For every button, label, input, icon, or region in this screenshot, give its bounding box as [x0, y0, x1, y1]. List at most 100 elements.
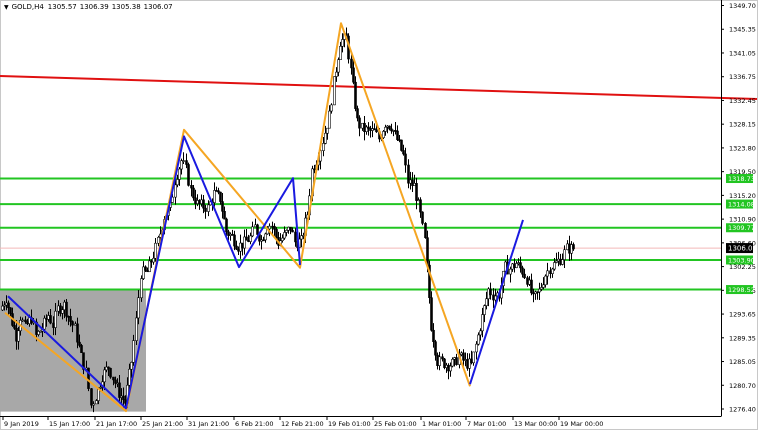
candle-body: [223, 211, 226, 220]
candle-body: [105, 366, 108, 371]
candle-body: [65, 301, 68, 317]
level-label-0: 1318.73: [728, 175, 755, 183]
candle-body: [294, 231, 297, 243]
level-label-3: 1303.90: [728, 256, 755, 264]
candle-body: [196, 200, 199, 204]
candle-body: [61, 309, 64, 314]
candle-body: [54, 310, 57, 328]
candle-body: [9, 307, 12, 314]
level-label-1: 1314.08: [728, 201, 755, 209]
candle-body: [135, 317, 138, 341]
candle-body: [130, 362, 133, 370]
candle-body: [451, 358, 454, 367]
x-tick-label: 19 Feb 01:00: [328, 420, 371, 428]
candle-body: [521, 267, 524, 275]
candle-body: [21, 319, 24, 322]
x-tick-label: 21 Jan 17:00: [96, 420, 137, 428]
candle-body: [426, 237, 429, 266]
candle-body: [434, 341, 437, 356]
candle-body: [76, 323, 79, 343]
candle-body: [200, 199, 203, 204]
quote-high: 1306.39: [79, 3, 109, 11]
candle-body: [375, 129, 378, 133]
candle-body: [150, 260, 153, 263]
candle-body: [116, 382, 119, 385]
candle-body: [95, 400, 98, 405]
candle-body: [400, 139, 403, 151]
y-tick-label: 1323.80: [729, 144, 756, 152]
candle-body: [324, 132, 327, 144]
candle-body: [438, 356, 441, 366]
candle-body: [157, 237, 160, 244]
candle-body: [523, 273, 526, 279]
x-tick-label: 15 Jan 17:00: [49, 420, 90, 428]
candle-body: [328, 110, 331, 129]
candle-body: [489, 288, 492, 296]
candle-body: [281, 237, 284, 241]
zigzag-blue-2: [469, 219, 524, 385]
candle-body: [485, 298, 488, 306]
candle-body: [67, 316, 70, 318]
candle-body: [107, 366, 110, 369]
candle-body: [494, 295, 497, 301]
candle-body: [239, 242, 242, 252]
candle-body: [92, 403, 95, 406]
candle-body: [388, 125, 391, 130]
candle-body: [241, 242, 244, 249]
candle-body: [330, 104, 333, 112]
x-tick-label: 6 Feb 21:00: [235, 420, 274, 428]
y-tick-label: 1280.70: [729, 382, 756, 390]
candle-body: [219, 191, 222, 202]
x-tick-label: 13 Mar 00:00: [514, 420, 557, 428]
candle-body: [421, 211, 424, 224]
candle-body: [251, 226, 254, 237]
quote-open: 1305.57: [47, 3, 77, 11]
candle-body: [475, 343, 478, 353]
candle-body: [382, 131, 385, 139]
candle-body: [449, 365, 452, 372]
price-chart[interactable]: 1349.70 1345.35 1341.05 1336.75 1332.45 1328.…: [0, 0, 758, 430]
candle-body: [146, 270, 149, 273]
candle-body: [519, 262, 522, 269]
candle-body: [180, 160, 183, 170]
candle-body: [352, 67, 355, 83]
candle-body: [5, 302, 8, 306]
candle-body: [354, 81, 357, 109]
candle-body: [538, 288, 541, 293]
candle-body: [333, 76, 336, 106]
candle-body: [128, 368, 131, 386]
level-label-2: 1309.77: [728, 224, 755, 232]
x-tick-label: 12 Feb 21:00: [281, 420, 324, 428]
candle-body: [74, 323, 77, 326]
candle-body: [233, 234, 236, 247]
candle-body: [291, 229, 294, 233]
quote-close: 1306.07: [143, 3, 173, 11]
candle-body: [3, 304, 6, 307]
candle-body: [358, 117, 361, 129]
candle-body: [542, 284, 545, 288]
candle-body: [477, 334, 480, 345]
candle-body: [137, 297, 140, 319]
candle-body: [231, 233, 234, 236]
candle-body: [225, 218, 228, 233]
candle-body: [1, 305, 4, 311]
candle-body: [256, 224, 259, 235]
candle-body: [415, 183, 418, 201]
current-price-tag: 1306.07: [726, 243, 757, 254]
candle-body: [43, 317, 46, 330]
candle-body: [462, 352, 465, 361]
y-tick-label: 1332.45: [729, 97, 756, 105]
candle-body: [283, 232, 286, 239]
chart-header: ▼ GOLD,H4 1305.57 1306.39 1305.38 1306.07: [4, 3, 176, 12]
candle-body: [109, 367, 112, 378]
x-tick-label: 7 Mar 01:00: [467, 420, 506, 428]
candle-body: [154, 242, 157, 259]
candle-body: [182, 160, 185, 162]
triangle-down-icon[interactable]: ▼: [4, 3, 9, 12]
candle-body: [268, 225, 271, 230]
candle-body: [140, 278, 143, 299]
candle-body: [142, 266, 145, 279]
candle-body: [273, 226, 276, 230]
trend-line: [0, 74, 758, 101]
candle-body: [152, 257, 155, 263]
